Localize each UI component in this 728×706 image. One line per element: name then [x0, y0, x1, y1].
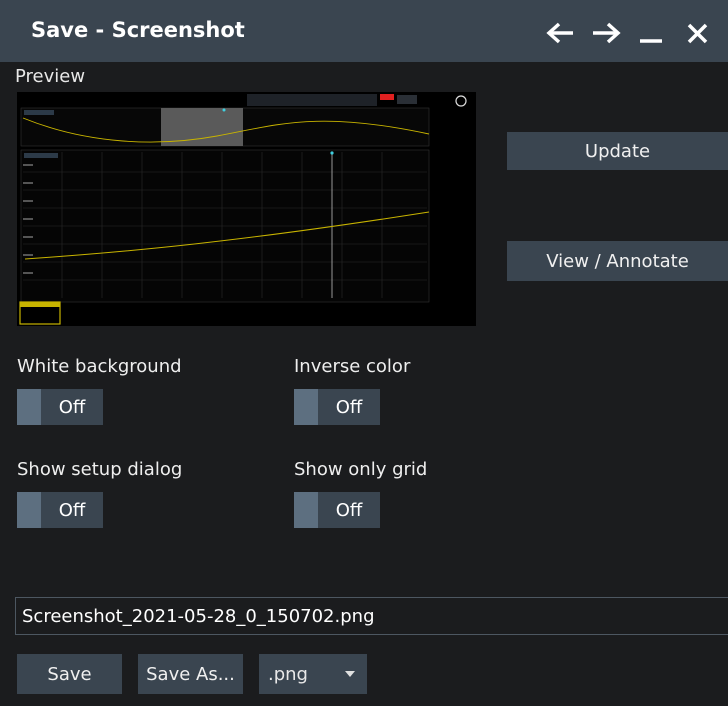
inverse-color-label: Inverse color: [294, 356, 411, 377]
window-title: Save - Screenshot: [31, 18, 245, 42]
format-select[interactable]: .png: [259, 654, 367, 694]
save-button[interactable]: Save: [17, 654, 122, 694]
forward-button[interactable]: [588, 20, 622, 46]
save-as-button[interactable]: Save As...: [138, 654, 243, 694]
close-icon: [687, 23, 708, 44]
view-annotate-button[interactable]: View / Annotate: [507, 241, 728, 281]
toggle-state: Off: [335, 396, 363, 418]
white-background-toggle[interactable]: Off: [17, 389, 103, 425]
preview-thumbnail: [17, 92, 476, 326]
toggle-state: Off: [58, 499, 86, 521]
show-only-grid-label: Show only grid: [294, 459, 428, 480]
screenshot-preview: [17, 92, 476, 326]
filename-input[interactable]: [15, 597, 728, 635]
preview-label: Preview: [15, 66, 86, 87]
inverse-color-toggle[interactable]: Off: [294, 389, 380, 425]
chevron-down-icon: [345, 671, 355, 677]
title-bar: Save - Screenshot: [0, 0, 728, 62]
toggle-knob: [294, 492, 318, 528]
close-button[interactable]: [682, 20, 716, 46]
white-background-label: White background: [17, 356, 182, 377]
minimize-icon: [640, 39, 662, 43]
format-value: .png: [268, 664, 308, 685]
toggle-knob: [17, 389, 41, 425]
minimize-button[interactable]: [636, 20, 670, 46]
toggle-state: Off: [58, 396, 86, 418]
show-setup-dialog-label: Show setup dialog: [17, 459, 183, 480]
show-only-grid-toggle[interactable]: Off: [294, 492, 380, 528]
show-setup-dialog-toggle[interactable]: Off: [17, 492, 103, 528]
toggle-knob: [17, 492, 41, 528]
toggle-state: Off: [335, 499, 363, 521]
update-button[interactable]: Update: [507, 132, 728, 170]
toggle-knob: [294, 389, 318, 425]
back-button[interactable]: [545, 20, 579, 46]
left-arrow-icon: [546, 22, 573, 44]
right-arrow-icon: [593, 22, 621, 44]
